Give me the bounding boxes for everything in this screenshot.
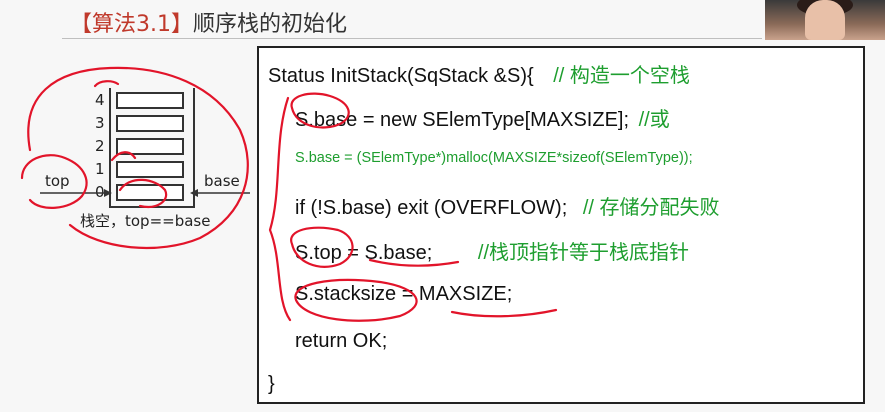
code-line-2-code: S.base = new SElemType[MAXSIZE]; xyxy=(295,109,630,131)
code-box: Status InitStack(SqStack &S){ // 构造一个空栈 … xyxy=(257,46,865,404)
code-line-8: } xyxy=(268,373,275,395)
title-bar: 【算法3.1】顺序栈的初始化 xyxy=(0,0,762,42)
code-line-7: return OK; xyxy=(295,330,388,352)
stack-caption: 栈空，top==base xyxy=(80,212,211,230)
code-line-4-code: if (!S.base) exit (OVERFLOW); xyxy=(295,197,568,219)
presenter-face xyxy=(805,0,845,40)
slide-title: 【算法3.1】顺序栈的初始化 xyxy=(70,6,347,38)
code-line-2: S.base = new SElemType[MAXSIZE]; //或 xyxy=(295,103,670,132)
code-line-1: Status InitStack(SqStack &S){ // 构造一个空栈 xyxy=(268,59,690,88)
code-line-2-comment: //或 xyxy=(638,109,670,131)
code-line-1-comment: // 构造一个空栈 xyxy=(553,65,690,87)
code-line-5: S.top = S.base; //栈顶指针等于栈底指针 xyxy=(295,236,689,265)
code-line-3: S.base = (SElemType*)malloc(MAXSIZE*size… xyxy=(295,150,693,166)
code-line-4: if (!S.base) exit (OVERFLOW); // 存储分配失败 xyxy=(295,191,720,220)
top-arrow-head xyxy=(104,189,112,197)
code-line-5-code: S.top = S.base; xyxy=(295,242,433,264)
code-line-6: S.stacksize = MAXSIZE; xyxy=(295,283,513,305)
title-prefix: 【算法3.1】 xyxy=(70,12,193,37)
presenter-webcam xyxy=(765,0,885,40)
title-suffix: 顺序栈的初始化 xyxy=(193,12,348,37)
title-divider xyxy=(62,38,762,39)
code-line-5-comment: //栈顶指针等于栈底指针 xyxy=(477,242,690,264)
code-line-1-code: Status InitStack(SqStack &S){ xyxy=(268,65,534,87)
code-line-4-comment: // 存储分配失败 xyxy=(582,197,720,219)
base-arrow-head xyxy=(190,189,198,197)
slide: 【算法3.1】顺序栈的初始化 4 3 2 1 0 top base 栈空，top… xyxy=(0,0,885,412)
stack-diagram: 4 3 2 1 0 top base 栈空，top==base xyxy=(0,60,260,260)
